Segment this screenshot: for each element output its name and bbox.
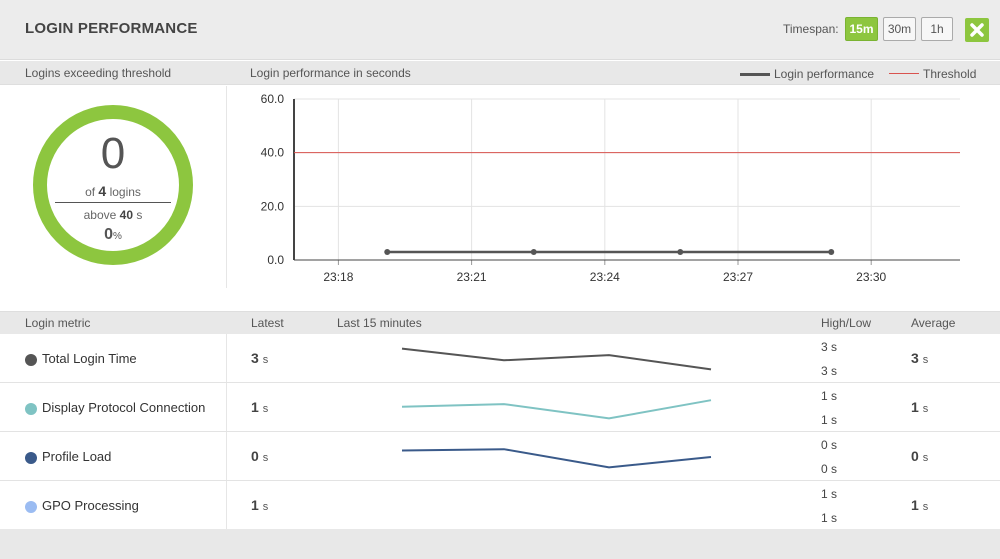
col-average: Average [911, 316, 956, 330]
above-prefix: above [83, 208, 117, 222]
x-tick-label: 23:18 [323, 270, 353, 284]
y-tick-label: 0.0 [267, 253, 284, 267]
timespan-1h-button[interactable]: 1h [921, 17, 953, 41]
panel-title: LOGIN PERFORMANCE [25, 20, 198, 37]
login-performance-point [384, 248, 391, 255]
total-logins-value: 4 [98, 183, 107, 199]
percent-value: 0 [104, 226, 113, 243]
col-last-15-minutes: Last 15 minutes [337, 316, 422, 330]
y-tick-label: 20.0 [261, 199, 285, 213]
col-login-metric: Login metric [25, 316, 91, 330]
legend-item-performance[interactable]: Login performance [774, 67, 874, 81]
col-high-low: High/Low [821, 316, 872, 330]
exceeding-percent: 0% [0, 226, 226, 244]
timespan-15m-button[interactable]: 15m [845, 17, 878, 41]
metrics-table-header: Login metric Latest Last 15 minutes High… [0, 311, 1000, 334]
threshold-value: 40 [119, 208, 134, 222]
threshold-section-label: Logins exceeding threshold [25, 66, 172, 80]
close-button[interactable] [965, 18, 989, 42]
login-performance-point [677, 248, 684, 255]
timespan-label: Timespan: [783, 22, 839, 36]
panel-header: LOGIN PERFORMANCE Timespan: 15m 30m 1h [0, 0, 1000, 60]
spacer [0, 289, 1000, 311]
percent-unit: % [113, 231, 122, 242]
chart-section-label: Login performance in seconds [250, 66, 411, 80]
of-prefix: of [85, 185, 96, 199]
sparkline-area: 23:1723:2023:2323:2623:2923:32 [323, 347, 811, 552]
x-tick-label: 23:24 [590, 270, 620, 284]
col-latest: Latest [251, 316, 284, 330]
section-divider [226, 86, 227, 288]
above-suffix: s [136, 208, 143, 222]
y-tick-label: 40.0 [261, 146, 285, 160]
panel-subheader: Logins exceeding threshold Login perform… [0, 61, 1000, 85]
gauge-divider [55, 202, 171, 203]
x-tick-label: 23:30 [856, 270, 886, 284]
x-tick-label: 23:27 [723, 270, 753, 284]
of-suffix: logins [109, 185, 141, 199]
login-performance-chart: 23:18 23:21 23:24 23:27 23:30 0.0 20.0 40.0 60.0 [261, 92, 960, 284]
threshold-text: above 40 s [0, 208, 226, 222]
timespan-30m-button[interactable]: 30m [883, 17, 916, 41]
legend-item-threshold[interactable]: Threshold [923, 67, 976, 81]
sparkline-2 [401, 448, 712, 469]
close-icon [970, 23, 984, 37]
y-tick-label: 60.0 [261, 92, 285, 106]
logins-exceeding-count: 0 [100, 129, 126, 178]
sparkline-1 [401, 399, 712, 420]
login-performance-point [828, 248, 835, 255]
login-performance-point [530, 248, 537, 255]
legend-swatch-performance [740, 73, 770, 76]
sparkline-0 [401, 347, 712, 371]
table-footer [0, 529, 1000, 559]
total-logins-text: of 4 logins [0, 183, 226, 199]
x-tick-label: 23:21 [457, 270, 487, 284]
legend-swatch-threshold [889, 73, 919, 74]
